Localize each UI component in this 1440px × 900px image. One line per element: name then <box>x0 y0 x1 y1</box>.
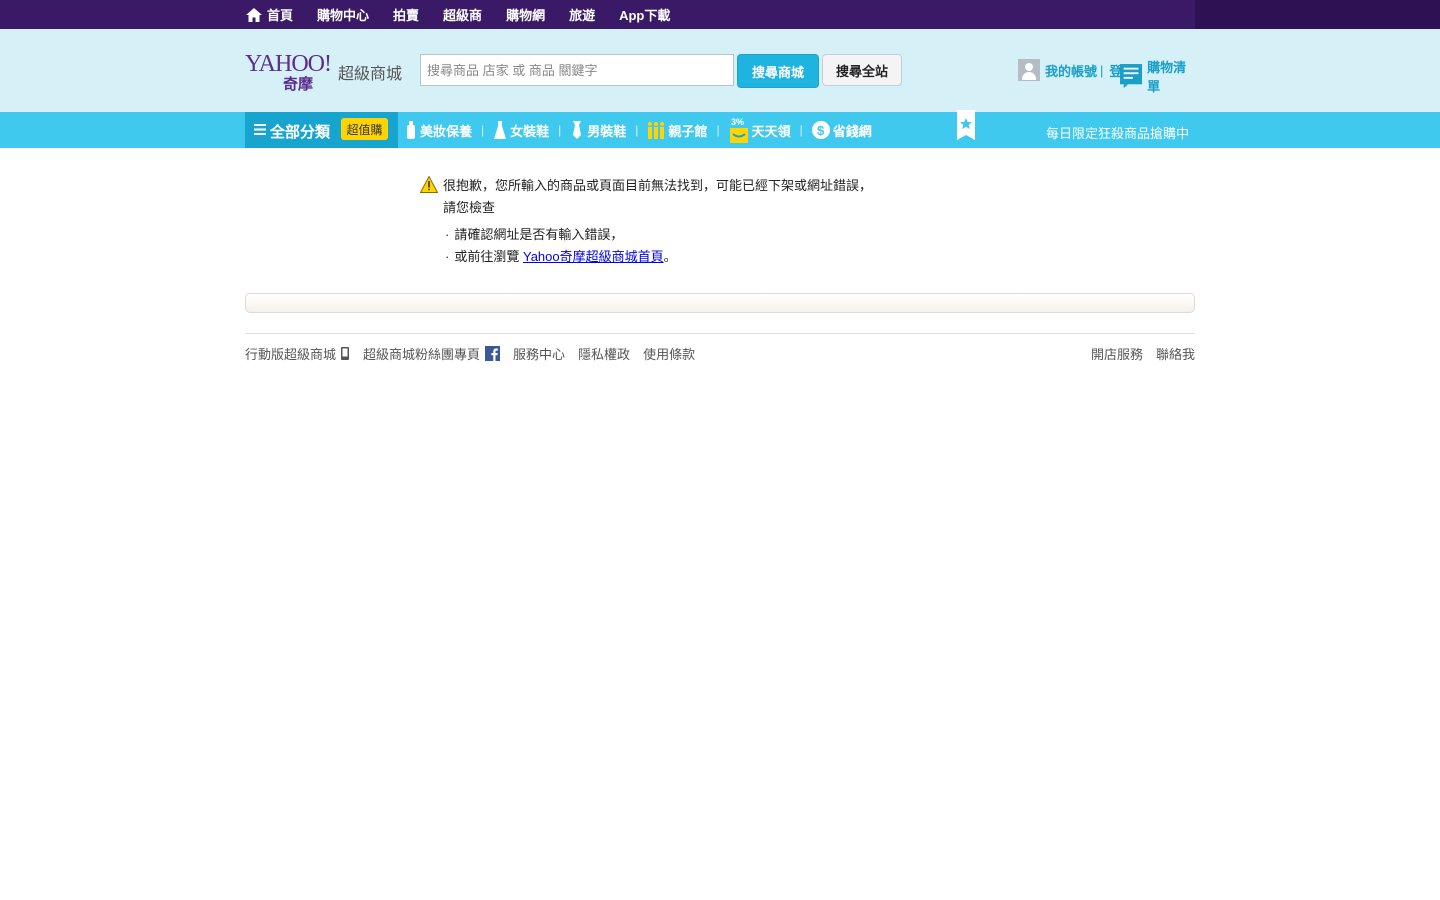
error-line-1: 很抱歉，您所輸入的商品或頁面目前無法找到，可能已經下架或網址錯誤， <box>443 178 873 193</box>
dress-icon <box>494 121 507 139</box>
tip-item: 或前往瀏覽 Yahoo奇摩超級商城首頁。 <box>445 246 1020 268</box>
family-icon <box>648 122 665 139</box>
category-men-label: 男裝鞋 <box>587 123 627 139</box>
divider: | <box>558 123 562 137</box>
service-center-link[interactable]: 服務中心 <box>513 344 565 363</box>
tie-icon <box>573 121 582 139</box>
promo-badge[interactable]: 超值購 <box>341 118 388 140</box>
top-nav-auction[interactable]: 拍賣 <box>393 5 419 24</box>
category-women[interactable]: 女裝鞋 <box>493 121 549 140</box>
category-kids-label: 親子館 <box>668 123 708 139</box>
top-nav-home[interactable]: 首頁 <box>245 5 293 24</box>
footer: 行動版超級商城 超級商城粉絲團專頁 服務中心 隱私權政 使用條款 開店服務 聯絡… <box>245 333 1195 368</box>
bookmark-star-icon[interactable] <box>957 110 975 140</box>
category-beauty[interactable]: 美妝保養 <box>405 121 472 140</box>
top-nav-app-download[interactable]: App下載 <box>619 5 670 24</box>
category-beauty-label: 美妝保養 <box>420 123 473 139</box>
dollar-icon: $ <box>811 121 830 139</box>
logo-qimo: 奇摩 <box>283 76 314 93</box>
logo-mall: 超級商城 <box>338 66 403 83</box>
tip-prefix: 或前往瀏覽 <box>454 249 520 264</box>
category-save[interactable]: $ 省錢網 <box>811 121 872 140</box>
list-icon <box>1120 64 1143 88</box>
divider: | <box>481 123 485 137</box>
category-kids[interactable]: 親子館 <box>647 121 707 140</box>
terms-link[interactable]: 使用條款 <box>643 344 695 363</box>
top-navigation-bar: 首頁 購物中心 拍賣 超級商 購物網 旅遊 App下載 <box>0 0 1440 29</box>
error-line-2: 請您檢查 <box>443 200 496 215</box>
daily-deal-link[interactable]: 每日限定狂殺商品搶購中 <box>1046 123 1189 142</box>
contact-link[interactable]: 聯絡我 <box>1156 344 1195 363</box>
footer-left: 行動版超級商城 超級商城粉絲團專頁 服務中心 隱私權政 使用條款 <box>245 344 708 363</box>
error-message: 很抱歉，您所輸入的商品或頁面目前無法找到，可能已經下架或網址錯誤， 請您檢查 請… <box>420 175 1020 268</box>
category-bar: 全部分類 超值購 美妝保養 | 女裝鞋 | 男裝鞋 | 親子館 | 3% 天天領… <box>0 110 1440 148</box>
top-nav-shopping-center[interactable]: 購物中心 <box>317 5 369 24</box>
category-save-label: 省錢網 <box>832 123 872 139</box>
mall-homepage-link[interactable]: Yahoo奇摩超級商城首頁 <box>523 249 664 264</box>
separator: | <box>1100 62 1104 78</box>
content-box <box>245 293 1195 313</box>
facebook-icon[interactable] <box>485 346 501 361</box>
phone-icon <box>341 347 350 360</box>
search-mall-button[interactable]: 搜尋商城 <box>737 54 819 88</box>
tips-list: 請確認網址是否有輸入錯誤， 或前往瀏覽 Yahoo奇摩超級商城首頁。 <box>445 224 1020 268</box>
category-women-label: 女裝鞋 <box>510 123 550 139</box>
yahoo-mall-logo[interactable]: YAHOO! 奇摩 超級商城 <box>245 51 405 93</box>
top-nav: 首頁 購物中心 拍賣 超級商 購物網 旅遊 App下載 <box>245 0 694 29</box>
top-nav-shopping-net[interactable]: 購物網 <box>506 5 545 24</box>
tip-suffix: 。 <box>663 249 677 264</box>
category-nav: 美妝保養 | 女裝鞋 | 男裝鞋 | 親子館 | 3% 天天領 | $ 省錢網 <box>405 112 872 148</box>
main-content: 很抱歉，您所輸入的商品或頁面目前無法找到，可能已經下架或網址錯誤， 請您檢查 請… <box>0 148 1440 368</box>
header: YAHOO! 奇摩 超級商城 搜尋商城 搜尋全站 我的帳號 | 登出 購物清單 <box>0 29 1440 112</box>
bottle-icon <box>407 121 415 139</box>
divider: | <box>635 123 639 137</box>
user-icon <box>1018 59 1040 81</box>
mobile-mall-link[interactable]: 行動版超級商城 <box>245 344 336 363</box>
svg-text:3%: 3% <box>731 117 744 127</box>
search-all-button[interactable]: 搜尋全站 <box>822 54 902 86</box>
home-icon <box>246 7 262 22</box>
my-account-link[interactable]: 我的帳號 <box>1045 61 1097 80</box>
divider: | <box>716 123 720 137</box>
top-nav-travel[interactable]: 旅遊 <box>569 5 595 24</box>
all-categories-button[interactable]: 全部分類 超值購 <box>245 112 398 148</box>
fan-page-link[interactable]: 超級商城粉絲團專頁 <box>363 344 480 363</box>
top-nav-home-label: 首頁 <box>267 8 294 23</box>
category-daily-label: 天天領 <box>751 123 791 139</box>
shopping-list-link[interactable]: 購物清單 <box>1147 57 1195 95</box>
search-input[interactable] <box>420 54 734 86</box>
footer-right: 開店服務 聯絡我 <box>1078 344 1195 363</box>
user-area: 我的帳號 | 登出 <box>1018 59 1135 81</box>
top-nav-mall[interactable]: 超級商 <box>443 5 482 24</box>
all-categories-label: 全部分類 <box>270 124 331 141</box>
error-text: 很抱歉，您所輸入的商品或頁面目前無法找到，可能已經下架或網址錯誤， 請您檢查 <box>443 175 1020 219</box>
cart-area[interactable]: 購物清單 <box>1120 57 1195 95</box>
category-daily[interactable]: 3% 天天領 <box>729 117 791 143</box>
divider: | <box>799 123 803 137</box>
gift-percent-icon: 3% <box>729 117 748 143</box>
open-store-link[interactable]: 開店服務 <box>1091 344 1143 363</box>
menu-icon <box>254 124 266 135</box>
svg-text:$: $ <box>817 123 825 138</box>
privacy-link[interactable]: 隱私權政 <box>578 344 630 363</box>
tip-item: 請確認網址是否有輸入錯誤， <box>445 224 1020 246</box>
category-men[interactable]: 男裝鞋 <box>570 121 626 140</box>
warning-icon <box>420 176 438 193</box>
